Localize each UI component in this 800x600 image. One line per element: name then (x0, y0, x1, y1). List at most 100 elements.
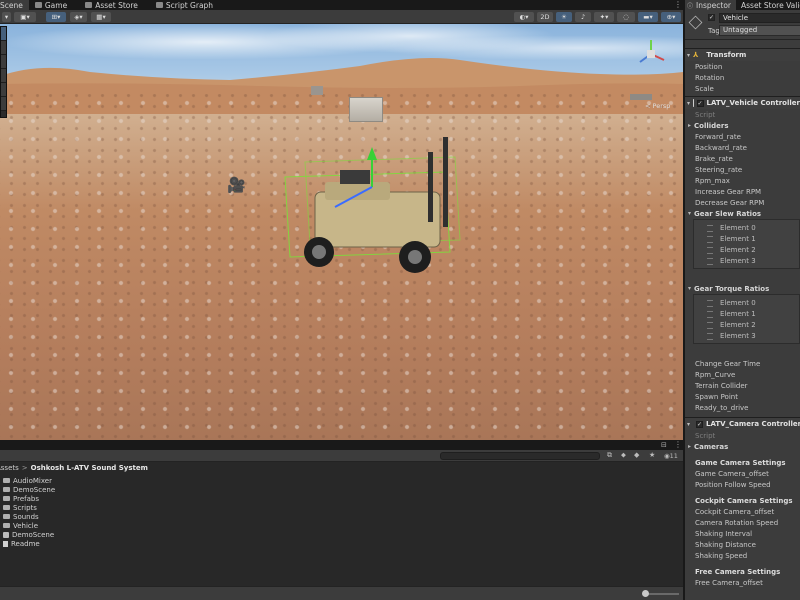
list-item[interactable]: Element 0 (694, 297, 799, 308)
list-item[interactable]: Element 1 (694, 233, 799, 244)
list-item[interactable]: Vehicle (0, 521, 683, 530)
list-item[interactable]: Element 0 (694, 222, 799, 233)
breadcrumb-current[interactable]: Oshkosh L-ATV Sound System (31, 464, 148, 472)
prop-field: Steering_rate (695, 165, 743, 174)
cameras-foldout[interactable]: ▸ Cameras (685, 441, 800, 452)
crate-object[interactable] (349, 97, 383, 122)
distant-block[interactable] (630, 94, 652, 100)
script-icon (693, 99, 694, 107)
tool-handle-button[interactable]: ▾ (2, 12, 11, 22)
tab-game[interactable]: Game (29, 0, 73, 10)
list-item[interactable]: Element 3 (694, 255, 799, 266)
scene-viewport[interactable]: 🎥 < Persp (0, 24, 683, 440)
gameobject-cube-icon (688, 15, 703, 30)
list-item[interactable]: Element 2 (694, 319, 799, 330)
tab-scene[interactable]: Scene (0, 0, 29, 10)
gear-torque-list: Element 0 Element 1 Element 2 Element 3 (693, 294, 800, 344)
project-search-input[interactable] (440, 452, 600, 460)
snap-settings-button[interactable]: ▦▾ (91, 12, 111, 22)
active-checkbox[interactable]: ✓ (708, 14, 715, 21)
vehicle-controller-header[interactable]: ▾ ✓ LATV_Vehicle Controller (685, 96, 800, 109)
project-search-row: ⧉ ⬥ ◆ ★ ◉11 (0, 450, 683, 462)
draw-mode-button[interactable]: ▣▾ (14, 12, 36, 22)
folder-icon (3, 478, 10, 483)
tab-asset-store[interactable]: Asset Store (79, 0, 144, 10)
mode-2d-button[interactable]: 2D (537, 12, 553, 22)
script-field: Script (695, 110, 716, 119)
tab-asset-store-label: Asset Store (95, 0, 138, 10)
script-field: Script (695, 431, 716, 440)
inspector-tabbar: ⓘ Inspector Asset Store Validator (685, 0, 800, 10)
project-tab-header: ⊟ ⋮ (0, 440, 683, 450)
list-item[interactable]: Element 1 (694, 308, 799, 319)
gear-slew-foldout[interactable]: ▾ Gear Slew Ratios (685, 208, 800, 219)
distant-block[interactable] (311, 86, 323, 95)
prop-field: Increase Gear RPM (695, 187, 762, 196)
collapse-arrow-icon: ▾ (687, 51, 691, 59)
folder-icon (3, 505, 10, 510)
transform-component-header[interactable]: ▾ ⅄ Transform (685, 48, 800, 61)
increment-snap-button[interactable]: ◈▾ (70, 12, 87, 22)
gear-torque-foldout[interactable]: ▾ Gear Torque Ratios (685, 283, 800, 294)
colliders-foldout[interactable]: ▸ Colliders (685, 120, 800, 131)
chevron-right-icon: ▸ (688, 443, 692, 450)
rotate-tool-button[interactable] (1, 55, 6, 69)
perspective-label[interactable]: < Persp (645, 102, 670, 110)
filter-icon[interactable]: ◆ (634, 451, 639, 459)
scale-tool-button[interactable] (1, 69, 6, 83)
view-tool-button[interactable] (1, 27, 6, 41)
icon-size-slider-handle[interactable] (642, 590, 649, 597)
orientation-gizmo[interactable] (636, 38, 666, 74)
transform-tool-button[interactable] (1, 97, 6, 111)
component-enabled-checkbox[interactable]: ✓ (696, 99, 704, 107)
list-item[interactable]: Sounds (0, 512, 683, 521)
list-item[interactable]: Scripts (0, 503, 683, 512)
hidden-objects-button[interactable]: ◌ (617, 12, 635, 22)
component-enabled-checkbox[interactable]: ✓ (696, 420, 704, 428)
camera-settings-button[interactable]: ▬▾ (638, 12, 658, 22)
scene-tools-overlay (0, 26, 7, 118)
prop-field: Rpm_max (695, 176, 730, 185)
gizmos-button[interactable]: ⊕▾ (661, 12, 681, 22)
list-item[interactable]: DemoScene (0, 530, 683, 539)
list-item[interactable]: DemoScene (0, 485, 683, 494)
list-item[interactable]: Readme (0, 539, 683, 548)
camera-controller-header[interactable]: ▾ ✓ LATV_Camera Controller (685, 417, 800, 430)
list-item[interactable]: Element 3 (694, 330, 799, 341)
prop-field: Forward_rate (695, 132, 741, 141)
list-footer (685, 269, 800, 283)
list-item[interactable]: AudioMixer (0, 476, 683, 485)
search-by-type-icon[interactable]: ⧉ (607, 451, 612, 460)
tab-script-graph[interactable]: Script Graph (150, 0, 219, 10)
orientation-button[interactable]: ◐▾ (514, 12, 534, 22)
effects-button[interactable]: ✦▾ (594, 12, 614, 22)
lock-icon[interactable]: ⊟ (661, 441, 667, 449)
chevron-right-icon: ▸ (688, 122, 692, 129)
breadcrumb-root[interactable]: Assets (0, 464, 19, 472)
panel-menu-icon[interactable]: ⋮ (674, 440, 682, 449)
search-by-label-icon[interactable]: ⬥ (621, 451, 626, 460)
favorite-star-icon[interactable]: ★ (649, 451, 655, 459)
prop-field: Camera Rotation Speed (695, 518, 779, 527)
transform-rotation: Rotation (695, 73, 725, 82)
move-tool-button[interactable] (1, 41, 6, 55)
section-heading: Cockpit Camera Settings (695, 496, 793, 505)
more-options-icon[interactable]: ⋮ (674, 0, 682, 9)
audio-toggle-button[interactable]: ♪ (575, 12, 591, 22)
prop-field: Change Gear Time (695, 359, 761, 368)
tab-inspector[interactable]: ⓘ Inspector (685, 0, 736, 10)
gameobject-name-field[interactable]: Vehicle (719, 13, 800, 23)
tag-dropdown[interactable]: Untagged (719, 25, 800, 36)
rect-tool-button[interactable] (1, 83, 6, 97)
prop-field: Cockpit Camera_offset (695, 507, 775, 516)
list-item-label: Readme (11, 539, 40, 548)
grid-snap-button[interactable]: ⊞▾ (46, 12, 66, 22)
list-item[interactable]: Prefabs (0, 494, 683, 503)
list-item[interactable]: Element 2 (694, 244, 799, 255)
vehicle-object[interactable] (275, 132, 475, 292)
tab-asset-store-validator[interactable]: Asset Store Validator (736, 0, 800, 10)
lighting-toggle-button[interactable]: ☀ (556, 12, 572, 22)
script-graph-icon (155, 2, 163, 8)
camera-gizmo-icon[interactable]: 🎥 (227, 176, 246, 194)
unity-scene-icon (3, 531, 9, 538)
